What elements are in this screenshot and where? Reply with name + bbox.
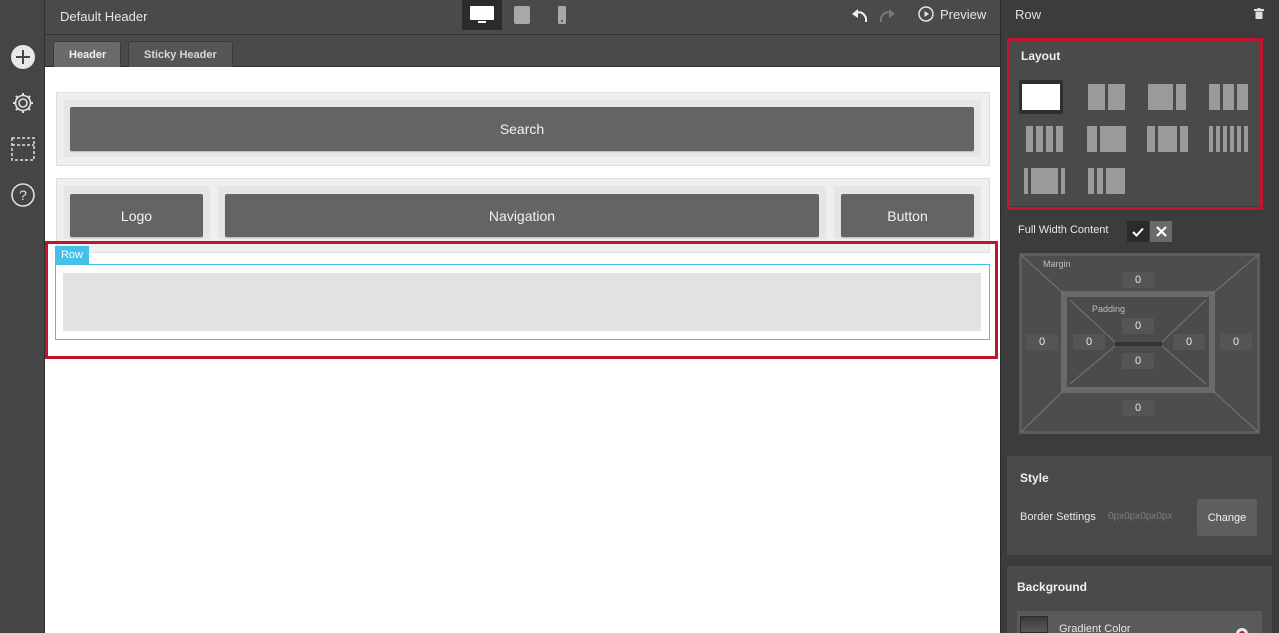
search-module[interactable]: Search: [70, 107, 974, 151]
add-icon[interactable]: [9, 43, 36, 70]
canvas: Search Logo Navigation Button Row: [45, 67, 1000, 633]
border-settings-value: 0px0px0px0px: [1108, 511, 1173, 522]
padding-top-input[interactable]: 0: [1122, 318, 1154, 334]
row-highlight: [45, 241, 998, 359]
mobile-icon: [558, 6, 566, 24]
margin-label: Margin: [1043, 259, 1071, 269]
button-module[interactable]: Button: [841, 194, 974, 237]
gear-icon[interactable]: [9, 89, 36, 116]
dashed-box-icon[interactable]: [9, 135, 36, 162]
logo-module[interactable]: Logo: [70, 194, 203, 237]
mobile-device-button[interactable]: [542, 0, 582, 30]
margin-left-input[interactable]: 0: [1026, 334, 1058, 350]
svg-text:?: ?: [19, 187, 27, 203]
spacing-box: Margin Padding 0 0 0 0 0 0 0 0: [1019, 253, 1260, 434]
help-icon[interactable]: ?: [9, 181, 36, 208]
gradient-color-row[interactable]: [1017, 611, 1262, 633]
desktop-icon: [470, 6, 494, 23]
margin-top-input[interactable]: 0: [1122, 272, 1154, 288]
panel-title: Row: [1015, 7, 1042, 22]
style-title: Style: [1020, 471, 1049, 485]
border-settings-label: Border Settings: [1020, 511, 1096, 523]
full-width-label: Full Width Content: [1018, 224, 1109, 236]
navigation-module[interactable]: Navigation: [225, 194, 819, 237]
background-title: Background: [1017, 580, 1088, 594]
full-width-off-toggle[interactable]: [1150, 221, 1172, 242]
preview-button[interactable]: Preview: [918, 4, 986, 24]
eye-icon[interactable]: [1234, 626, 1250, 633]
padding-bottom-input[interactable]: 0: [1122, 353, 1154, 369]
left-rail: ?: [0, 0, 45, 633]
check-icon: [1132, 227, 1144, 237]
tab-strip: Header Sticky Header: [45, 35, 1000, 67]
play-icon: [918, 6, 934, 22]
layout-highlight: [1007, 38, 1263, 210]
trash-icon[interactable]: [1254, 8, 1264, 19]
gradient-color-label: Gradient Color: [1059, 623, 1131, 633]
padding-left-input[interactable]: 0: [1073, 334, 1105, 350]
padding-label: Padding: [1092, 304, 1126, 314]
top-bar: Default Header Preview: [45, 0, 1000, 35]
undo-icon[interactable]: [850, 6, 870, 26]
desktop-device-button[interactable]: [462, 0, 502, 30]
change-border-button[interactable]: Change: [1197, 499, 1257, 536]
margin-bottom-input[interactable]: 0: [1122, 400, 1154, 416]
header-title: Default Header: [60, 9, 148, 24]
tablet-device-button[interactable]: [502, 0, 542, 30]
full-width-on-toggle[interactable]: [1127, 221, 1149, 242]
tablet-icon: [514, 6, 530, 24]
tab-sticky-header[interactable]: Sticky Header: [128, 41, 233, 67]
redo-icon[interactable]: [877, 6, 897, 26]
padding-right-input[interactable]: 0: [1173, 334, 1205, 350]
close-icon: [1155, 226, 1167, 237]
gradient-swatch[interactable]: [1020, 616, 1048, 633]
margin-right-input[interactable]: 0: [1220, 334, 1252, 350]
tab-header[interactable]: Header: [53, 41, 121, 67]
preview-label: Preview: [940, 6, 987, 22]
page-builder: ? Default Header Preview Header Sticky H…: [0, 0, 1279, 633]
